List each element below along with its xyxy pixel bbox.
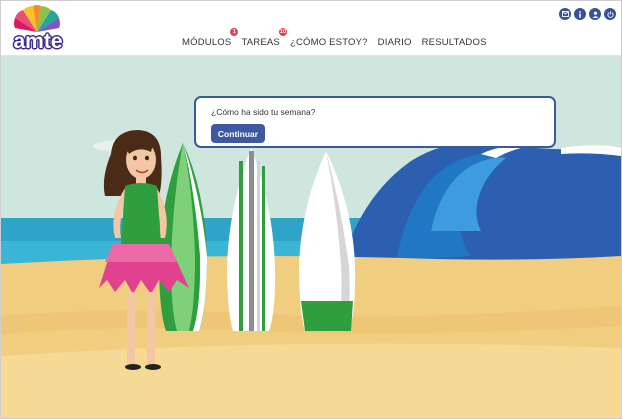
nav-item-resultados[interactable]: RESULTADOS — [422, 37, 487, 48]
nav-item-label: DIARIO — [377, 37, 412, 48]
nav-item-como-estoy[interactable]: ¿CÓMO ESTOY? — [290, 37, 368, 48]
top-header: amte MÓDULOS 1 TAREAS 10 ¿CÓMO ESTOY? DI… — [1, 1, 621, 56]
nav-item-label: TAREAS — [241, 37, 280, 48]
mail-icon[interactable] — [559, 8, 571, 20]
nav-item-tareas[interactable]: TAREAS 10 — [241, 28, 287, 48]
dialog-question: ¿Cómo ha sido tu semana? — [211, 107, 316, 117]
notification-badge: 1 — [230, 28, 239, 36]
speech-bubble-dialog: ¿Cómo ha sido tu semana? Continuar — [194, 96, 556, 148]
nav-item-modulos[interactable]: MÓDULOS 1 — [182, 28, 239, 48]
main-nav: MÓDULOS 1 TAREAS 10 ¿CÓMO ESTOY? DIARIO … — [182, 28, 497, 48]
app-window: amte MÓDULOS 1 TAREAS 10 ¿CÓMO ESTOY? DI… — [0, 0, 622, 419]
sand-light — [1, 343, 621, 418]
nav-item-label: RESULTADOS — [421, 37, 487, 48]
nav-item-label: ¿CÓMO ESTOY? — [289, 37, 368, 48]
continue-button[interactable]: Continuar — [211, 124, 265, 143]
logo-text: amte — [13, 30, 63, 53]
nav-item-diario[interactable]: DIARIO — [378, 37, 412, 48]
header-utility-icons — [559, 8, 616, 20]
notification-badge: 10 — [278, 28, 287, 36]
power-icon[interactable] — [604, 8, 616, 20]
amte-logo[interactable]: amte — [5, 4, 69, 53]
nav-item-label: MÓDULOS — [182, 37, 232, 48]
user-icon[interactable] — [589, 8, 601, 20]
info-icon[interactable] — [574, 8, 586, 20]
